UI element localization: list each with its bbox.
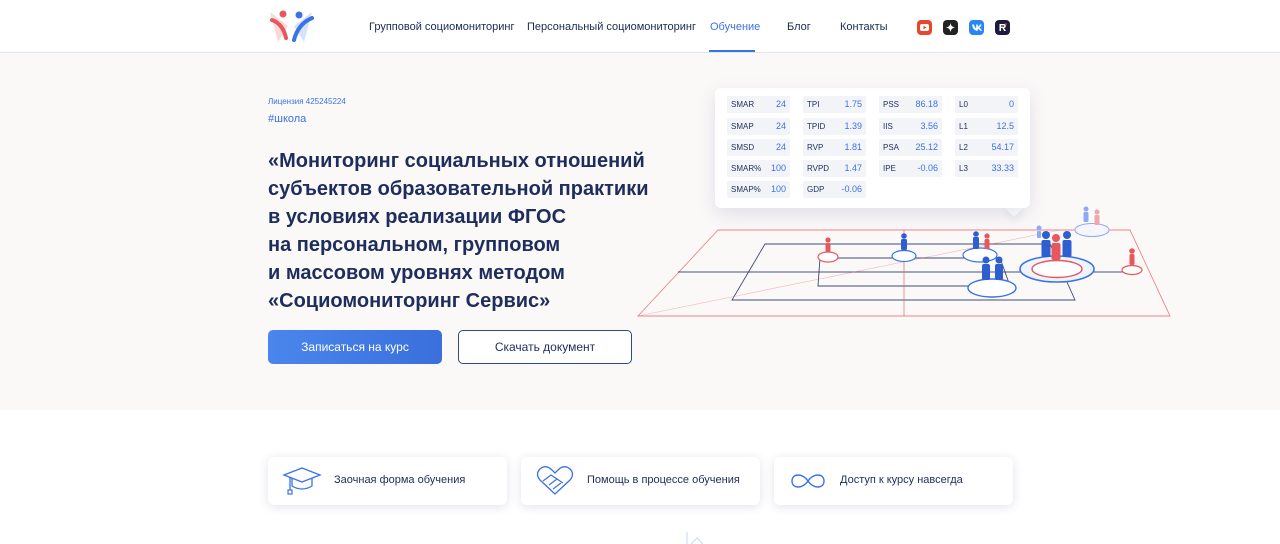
graduation-cap-icon [282,467,322,495]
nav-active-underline [709,50,755,52]
metric-smap: SMAP 24 [727,118,790,135]
metric-pss: PSS 86.18 [879,96,942,113]
decorative-mark-icon [686,532,703,544]
feature-card-support: Помощь в процессе обучения [521,457,760,505]
handshake-icon [536,466,574,495]
license-text: Лицензия 425245224 [268,97,346,106]
metric-smap-percent: SMAP% 100 [727,181,790,198]
youtube-icon[interactable] [917,20,932,35]
metric-ipe: IPE -0.06 [879,160,942,177]
metric-gdp: GDP -0.06 [803,181,866,198]
metric-l2: L2 54.17 [955,139,1018,156]
nav-learning[interactable]: Обучение [710,21,760,33]
logo-icon[interactable] [266,8,316,46]
enroll-button[interactable]: Записаться на курс [268,330,442,364]
nav-blog[interactable]: Блог [787,21,811,33]
feature-label: Помощь в процессе обучения [587,474,740,486]
nav-group-monitoring[interactable]: Групповой социомониторинг [369,21,515,33]
metric-tpi: TPI 1.75 [803,96,866,113]
metric-rvpd: RVPD 1.47 [803,160,866,177]
school-tag[interactable]: #школа [268,113,306,125]
feature-card-lifetime: Доступ к курсу навсегда [774,457,1013,505]
rutube-icon[interactable] [995,20,1010,35]
feature-label: Доступ к курсу навсегда [840,474,963,486]
metric-smar: SMAR 24 [727,96,790,113]
infinity-icon [791,474,825,488]
vk-icon[interactable] [969,20,984,35]
site-header: Групповой социомониторинг Персональный с… [0,0,1280,53]
nav-contacts[interactable]: Контакты [840,21,888,33]
metric-l1: L1 12.5 [955,118,1018,135]
feature-label: Заочная форма обучения [334,474,466,486]
metric-psa: PSA 25.12 [879,139,942,156]
metric-iis: IIS 3.56 [879,118,942,135]
metric-tpid: TPID 1.39 [803,118,866,135]
feature-card-distance: Заочная форма обучения [268,457,507,505]
sociometry-network-illustration [636,206,1171,317]
dzen-icon[interactable] [943,20,958,35]
nav-personal-monitoring[interactable]: Персональный социомониторинг [527,21,696,33]
metrics-card: SMAR 24 SMAP 24 SMSD 24 SMAR% 100 SMAP% 100 T… [715,88,1030,208]
metric-l3: L3 33.33 [955,160,1018,177]
metric-l0: L0 0 [955,96,1018,113]
metric-smar-percent: SMAR% 100 [727,160,790,177]
metric-rvp: RVP 1.81 [803,139,866,156]
metric-smsd: SMSD 24 [727,139,790,156]
download-document-button[interactable]: Скачать документ [458,330,632,364]
